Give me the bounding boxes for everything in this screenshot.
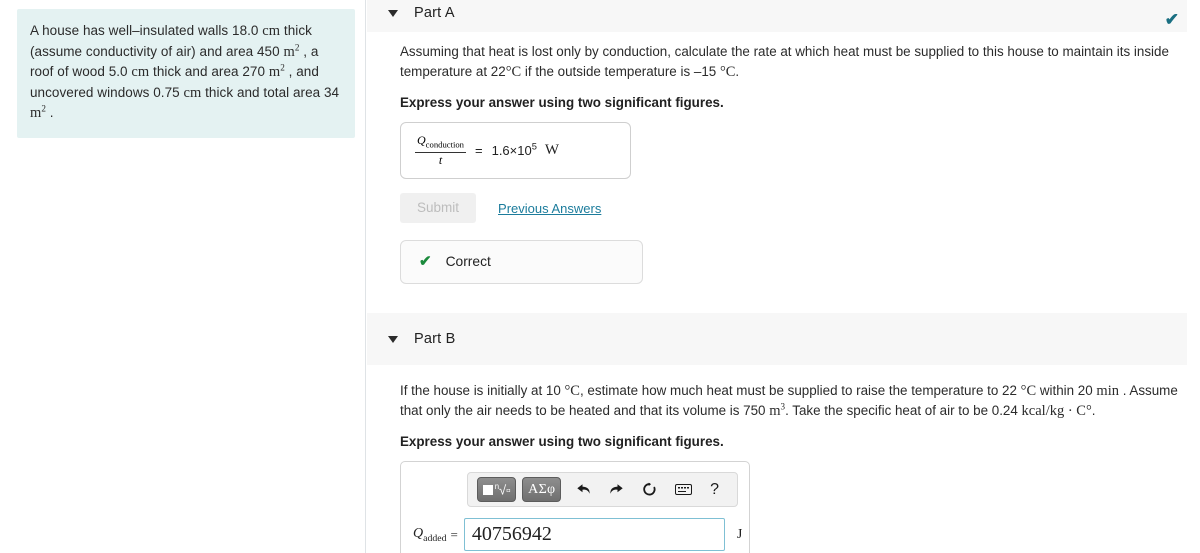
- unit-m-roof: m: [268, 64, 281, 80]
- question-seg-6: thick and total area 34: [201, 84, 340, 100]
- part-a-previous-answers-link[interactable]: Previous Answers: [498, 201, 601, 216]
- math-toolbar: n√▫ ΑΣφ ?: [467, 472, 738, 508]
- radical-icon: n√▫: [494, 482, 511, 498]
- part-a-answer-denominator: t: [415, 152, 466, 167]
- part-b-variable-sub: added: [423, 532, 447, 544]
- part-a-feedback-text: Correct: [445, 254, 491, 270]
- question-panel: A house has well–insulated walls 18.0 cm…: [0, 0, 366, 553]
- question-seg-1: A house has well–insulated walls 18.0: [30, 23, 263, 38]
- page-root: A house has well–insulated walls 18.0 cm…: [0, 0, 1200, 553]
- part-a-degree-1: °C: [505, 64, 522, 80]
- part-b-prompt-seg1: If the house is initially at 10: [400, 383, 565, 399]
- part-b-answer-input[interactable]: [463, 518, 725, 552]
- undo-icon[interactable]: [576, 483, 591, 496]
- part-b-variable-label: Qadded: [413, 526, 447, 544]
- part-a-submit-row: Submit Previous Answers: [400, 193, 1200, 224]
- help-icon[interactable]: ?: [710, 481, 719, 499]
- part-b-label: Part B: [414, 331, 456, 348]
- part-a-prompt-seg2: if the outside temperature is –15: [521, 64, 720, 79]
- part-a-answer-display: Qconduction t = 1.6×105 W: [400, 122, 631, 180]
- part-a-body: Assuming that heat is lost only by condu…: [367, 32, 1200, 285]
- part-b-unit-label: J: [736, 526, 743, 542]
- keyboard-icon[interactable]: [675, 484, 693, 496]
- part-b-unit-min: min: [1096, 383, 1119, 400]
- check-icon-correct: ✔: [419, 253, 432, 271]
- part-a-prompt-seg3: .: [735, 64, 740, 79]
- redo-icon[interactable]: [609, 483, 624, 496]
- unit-m-walls: m: [283, 43, 295, 60]
- part-a-degree-2: °C: [719, 64, 736, 80]
- part-b-instruction: Express your answer using two significan…: [400, 434, 724, 450]
- question-seg-7: .: [45, 105, 54, 120]
- part-a-equals-sign: =: [475, 143, 483, 159]
- part-b-prompt-seg3: within 20: [1036, 383, 1097, 399]
- part-a-answer-mantissa: 1.6×10: [491, 143, 532, 159]
- part-a-answer-exponent: 5: [531, 141, 537, 152]
- unit-cm-walls: cm: [262, 23, 281, 39]
- question-statement-box: A house has well–insulated walls 18.0 cm…: [17, 9, 355, 138]
- part-a-numerator-var: Q: [417, 133, 426, 147]
- part-b-degree-2: °C: [1020, 383, 1037, 400]
- part-a-answer-numerator: Qconduction: [415, 134, 466, 152]
- part-a-answer-unit: W: [544, 142, 560, 159]
- part-b-answer-widget: n√▫ ΑΣφ ? Qadded = 40756942 J: [400, 461, 750, 553]
- part-b-prompt: If the house is initially at 10 °C, esti…: [400, 381, 1200, 421]
- part-b-prompt-seg2: , estimate how much heat must be supplie…: [579, 383, 1021, 399]
- part-a-prompt: Assuming that heat is lost only by condu…: [400, 42, 1200, 82]
- part-b-prompt-seg6: .: [1091, 403, 1096, 419]
- chevron-down-icon-part-b[interactable]: [388, 335, 398, 343]
- chevron-down-icon-part-a[interactable]: [388, 9, 398, 17]
- part-b-input-row: Qadded = J: [413, 518, 742, 552]
- question-statement-text: A house has well–insulated walls 18.0 cm…: [30, 21, 342, 124]
- part-a-numerator-sub: conduction: [425, 139, 464, 150]
- part-b-unit-specific-heat: kcal/kg · C°: [1021, 403, 1092, 420]
- part-a-answer-value: 1.6×105: [491, 141, 537, 159]
- part-a-header[interactable]: Part A ✔: [367, 0, 1187, 32]
- part-a-feedback-correct: ✔ Correct: [400, 240, 643, 285]
- unit-cm-roof: cm: [131, 64, 150, 80]
- part-b-body: If the house is initially at 10 °C, esti…: [367, 365, 1200, 553]
- part-a-instruction: Express your answer using two significan…: [400, 95, 724, 110]
- reset-icon[interactable]: [642, 482, 657, 497]
- unit-m-windows: m: [30, 105, 42, 121]
- square-root-template-icon: n√▫: [482, 482, 511, 498]
- question-seg-4: thick and area 270: [149, 64, 269, 79]
- part-b-degree-1: °C: [564, 383, 580, 400]
- part-b-prompt-seg5: . Take the specific heat of air to be 0.…: [785, 403, 1022, 419]
- greek-symbols-button[interactable]: ΑΣφ: [522, 477, 562, 503]
- placeholder-box-icon: [482, 484, 493, 495]
- parts-column: Part A ✔ Assuming that heat is lost only…: [367, 0, 1200, 553]
- math-template-button[interactable]: n√▫: [477, 477, 517, 503]
- checkmark-icon-part-a: ✔: [1164, 10, 1179, 29]
- part-b-header[interactable]: Part B: [367, 313, 1187, 366]
- unit-cm-windows: cm: [183, 84, 202, 101]
- part-a-submit-button[interactable]: Submit: [400, 193, 477, 224]
- part-a-label: Part A: [414, 5, 455, 21]
- part-b-equals-sign: =: [450, 526, 458, 542]
- part-b-variable-name: Q: [413, 525, 424, 541]
- part-b-unit-volume: m: [769, 403, 781, 420]
- part-a-answer-fraction: Qconduction t: [415, 134, 466, 167]
